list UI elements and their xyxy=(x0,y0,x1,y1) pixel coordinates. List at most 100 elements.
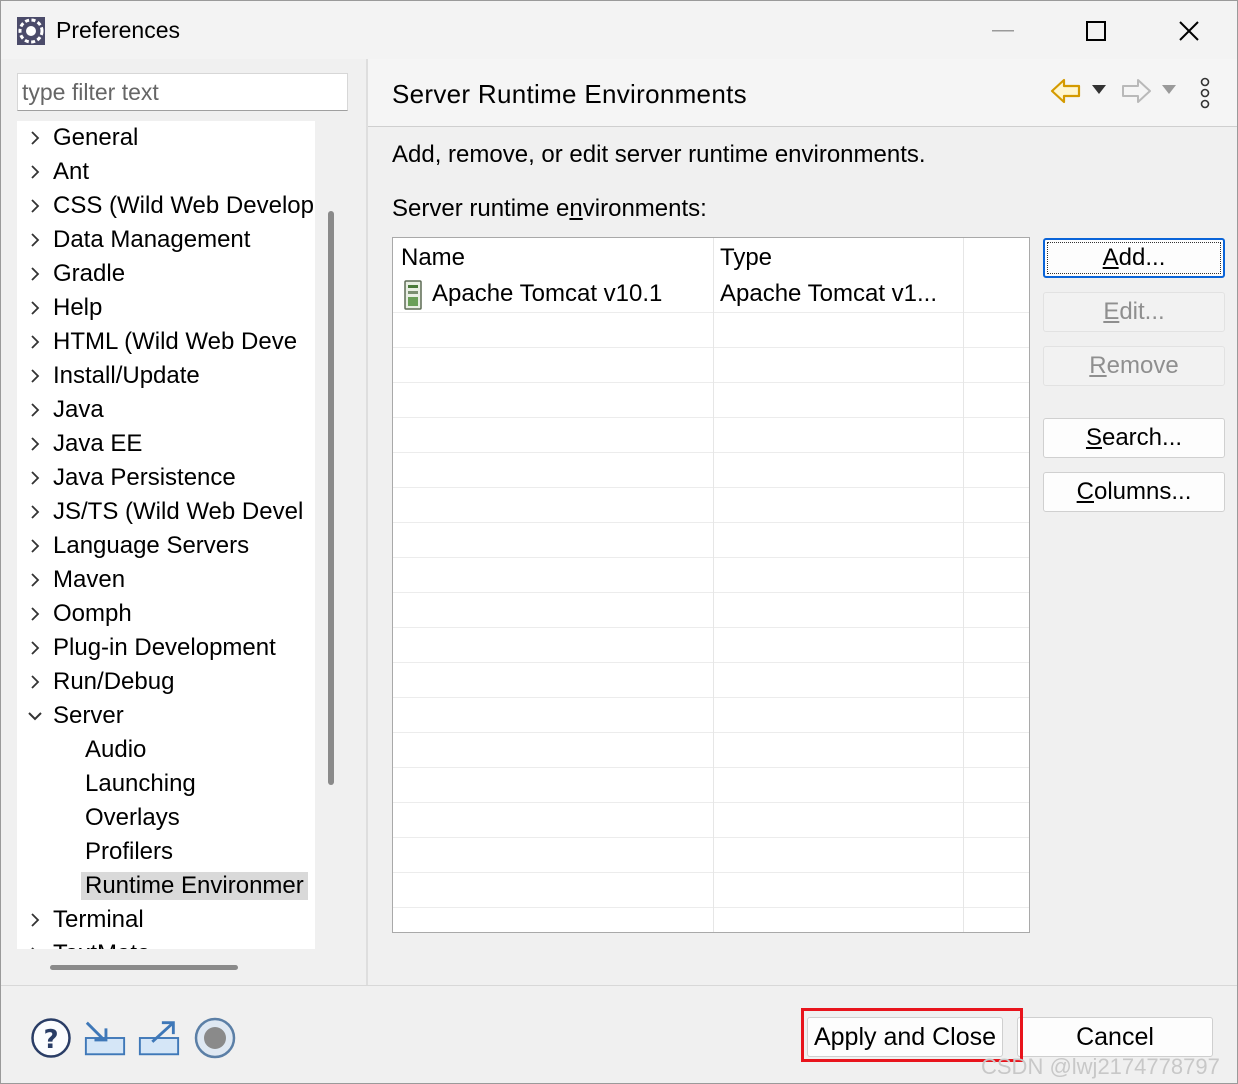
tree-item-data-management[interactable]: Data Management xyxy=(17,223,250,257)
forward-dropdown-icon[interactable] xyxy=(1162,85,1176,95)
row-gridline xyxy=(393,522,1029,523)
column-divider[interactable] xyxy=(713,238,714,932)
row-gridline xyxy=(393,872,1029,873)
row-gridline xyxy=(393,627,1029,628)
tree-item-runtime-environmer[interactable]: Runtime Environmer xyxy=(17,869,308,903)
record-icon[interactable] xyxy=(193,1016,237,1060)
row-gridline xyxy=(393,417,1029,418)
tree-item-js-ts-wild-web-devel[interactable]: JS/TS (Wild Web Devel xyxy=(17,495,303,529)
tree-item-gradle[interactable]: Gradle xyxy=(17,257,125,291)
runtime-environments-table[interactable]: Name Type Apache Tomcat v10.1 Apache Tom… xyxy=(392,237,1030,933)
page-header: Server Runtime Environments xyxy=(368,59,1237,127)
column-header-name[interactable]: Name xyxy=(401,244,465,272)
tree-item-textmate[interactable]: TextMate xyxy=(17,937,150,949)
tree-item-label: Data Management xyxy=(53,226,251,253)
tree-item-java-ee[interactable]: Java EE xyxy=(17,427,142,461)
back-arrow-icon[interactable] xyxy=(1050,77,1082,105)
chevron-right-icon[interactable] xyxy=(17,504,53,520)
remove-button[interactable]: Remove xyxy=(1043,346,1225,386)
tree-item-java-persistence[interactable]: Java Persistence xyxy=(17,461,236,495)
export-icon[interactable] xyxy=(137,1016,181,1060)
tree-item-maven[interactable]: Maven xyxy=(17,563,125,597)
chevron-right-icon[interactable] xyxy=(17,266,53,282)
chevron-right-icon[interactable] xyxy=(17,470,53,486)
view-menu-icon[interactable] xyxy=(1198,77,1212,109)
tree-item-help[interactable]: Help xyxy=(17,291,102,325)
window-title: Preferences xyxy=(56,17,181,43)
columns-button[interactable]: Columns... xyxy=(1043,472,1225,512)
tree-item-general[interactable]: General xyxy=(17,121,138,155)
minimize-icon[interactable] xyxy=(981,9,1027,53)
help-icon[interactable]: ? xyxy=(29,1016,73,1060)
tree-item-install-update[interactable]: Install/Update xyxy=(17,359,200,393)
column-divider[interactable] xyxy=(963,238,964,932)
tree-item-label: Runtime Environmer xyxy=(81,872,308,900)
tree-item-oomph[interactable]: Oomph xyxy=(17,597,132,631)
tree-item-server[interactable]: Server xyxy=(17,699,124,733)
tree-item-html-wild-web-deve[interactable]: HTML (Wild Web Deve xyxy=(17,325,297,359)
tree-item-label: Launching xyxy=(85,770,196,797)
tree-item-css-wild-web-develop[interactable]: CSS (Wild Web Develop xyxy=(17,189,314,223)
row-gridline xyxy=(393,592,1029,593)
row-gridline xyxy=(393,662,1029,663)
back-dropdown-icon[interactable] xyxy=(1092,85,1106,95)
dialog-button-bar: ? Apply and Close Cancel CSDN @lwj217477… xyxy=(1,985,1237,1083)
tree-item-launching[interactable]: Launching xyxy=(17,767,196,801)
preferences-nav-pane: General Ant CSS (Wild Web Develop Data Mana… xyxy=(1,59,367,985)
tree-item-label: Gradle xyxy=(53,260,126,287)
chevron-right-icon[interactable] xyxy=(17,368,53,384)
tree-item-label: TextMate xyxy=(53,940,150,949)
row-gridline xyxy=(393,767,1029,768)
row-gridline xyxy=(393,382,1029,383)
row-gridline xyxy=(393,347,1029,348)
apply-and-close-button[interactable]: Apply and Close xyxy=(807,1017,1003,1057)
tree-item-label: Server xyxy=(53,702,124,729)
page-title: Server Runtime Environments xyxy=(392,79,747,109)
chevron-right-icon[interactable] xyxy=(17,334,53,350)
eclipse-app-icon xyxy=(15,15,47,47)
tree-item-profilers[interactable]: Profilers xyxy=(17,835,173,869)
tree-item-overlays[interactable]: Overlays xyxy=(17,801,180,835)
tree-item-ant[interactable]: Ant xyxy=(17,155,89,189)
preferences-window: Preferences General Ant CSS (Wild Web Deve… xyxy=(0,0,1238,1084)
forward-arrow-icon[interactable] xyxy=(1120,77,1152,105)
edit-button[interactable]: Edit... xyxy=(1043,292,1225,332)
chevron-right-icon[interactable] xyxy=(17,198,53,214)
tree-item-label: Run/Debug xyxy=(53,668,175,695)
maximize-icon[interactable] xyxy=(1073,9,1119,53)
filter-input[interactable] xyxy=(17,73,348,111)
row-gridline xyxy=(393,802,1029,803)
close-icon[interactable] xyxy=(1166,9,1212,53)
tree-item-label: Java Persistence xyxy=(53,464,236,491)
tree-item-language-servers[interactable]: Language Servers xyxy=(17,529,249,563)
tree-item-java[interactable]: Java xyxy=(17,393,104,427)
chevron-right-icon[interactable] xyxy=(17,130,53,146)
tree-item-audio[interactable]: Audio xyxy=(17,733,146,767)
chevron-right-icon[interactable] xyxy=(17,436,53,452)
chevron-right-icon[interactable] xyxy=(17,606,53,622)
chevron-right-icon[interactable] xyxy=(17,572,53,588)
watermark: CSDN @lwj2174778797 xyxy=(981,1054,1220,1079)
cancel-button[interactable]: Cancel xyxy=(1017,1017,1213,1057)
chevron-right-icon[interactable] xyxy=(17,640,53,656)
search-button[interactable]: Search... xyxy=(1043,418,1225,458)
tree-item-terminal[interactable]: Terminal xyxy=(17,903,144,937)
tree-item-label: HTML (Wild Web Deve xyxy=(53,328,298,355)
chevron-right-icon[interactable] xyxy=(17,912,53,928)
chevron-right-icon[interactable] xyxy=(17,674,53,690)
tree-item-run-debug[interactable]: Run/Debug xyxy=(17,665,174,699)
add-button[interactable]: Add... xyxy=(1043,238,1225,278)
chevron-right-icon[interactable] xyxy=(17,402,53,418)
column-header-type[interactable]: Type xyxy=(720,244,772,272)
tree-horizontal-scroll-thumb[interactable] xyxy=(50,965,238,970)
tree-item-label: Profilers xyxy=(85,838,174,865)
chevron-right-icon[interactable] xyxy=(17,538,53,554)
chevron-right-icon[interactable] xyxy=(17,164,53,180)
import-icon[interactable] xyxy=(83,1016,127,1060)
chevron-right-icon[interactable] xyxy=(17,300,53,316)
tree-item-label: Audio xyxy=(85,736,147,763)
chevron-down-icon[interactable] xyxy=(17,710,53,722)
chevron-right-icon[interactable] xyxy=(17,232,53,248)
tree-vertical-scroll-thumb[interactable] xyxy=(328,211,334,785)
tree-item-plug-in-development[interactable]: Plug-in Development xyxy=(17,631,276,665)
